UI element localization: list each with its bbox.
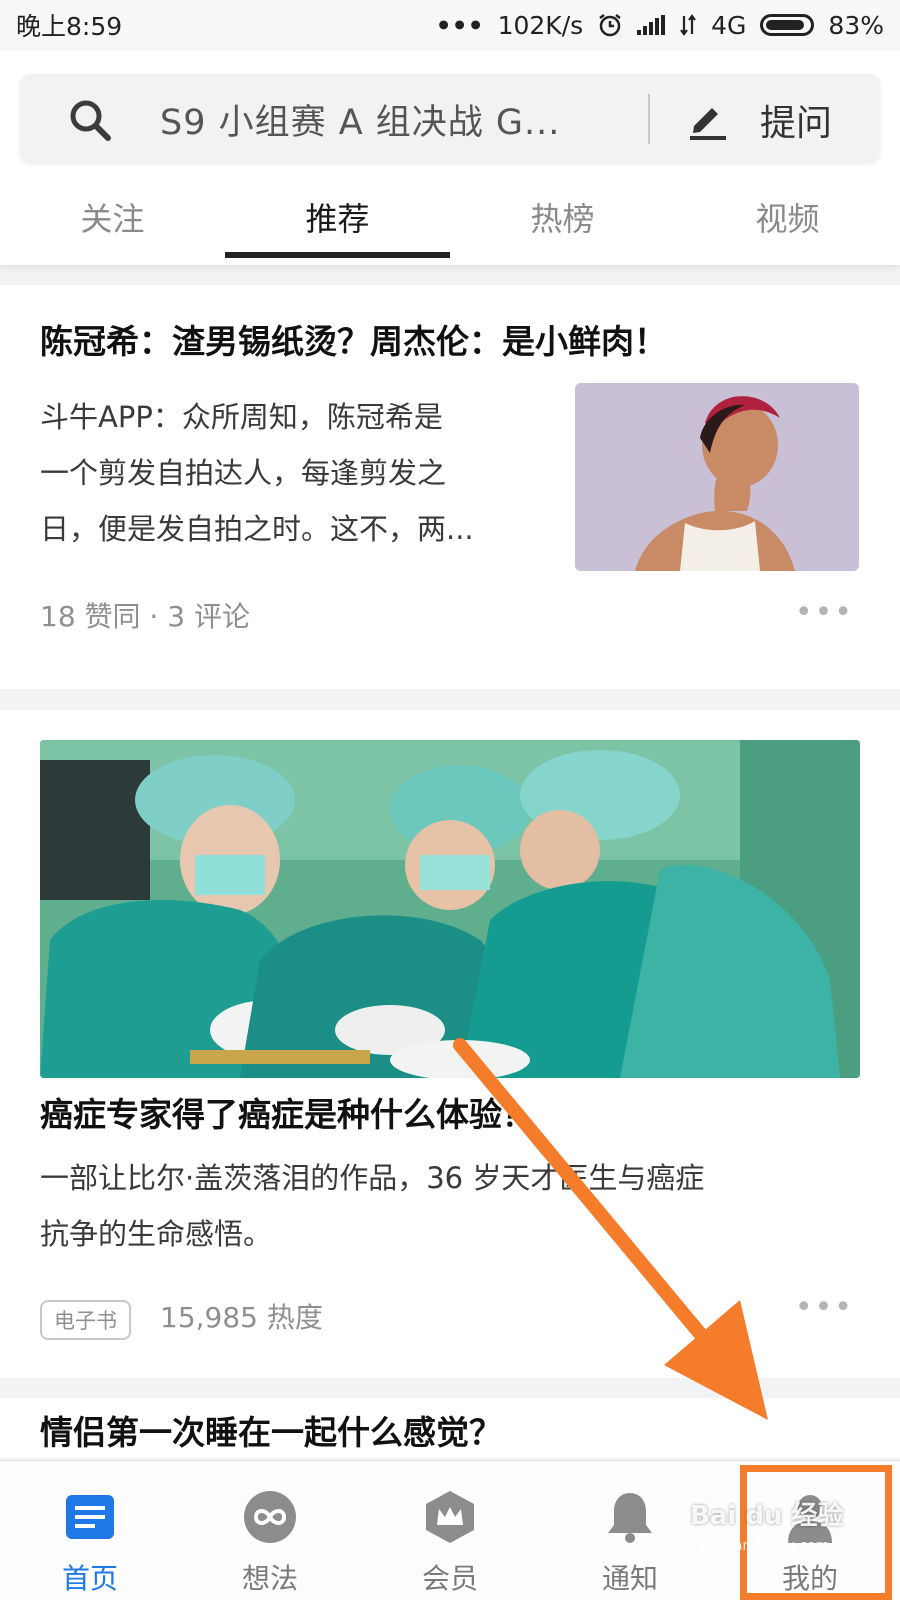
excerpt-line: 日，便是发自拍之时。这不，两... (40, 512, 474, 546)
nav-label: 想法 (241, 1562, 298, 1595)
card-title[interactable]: 陈冠希：渣男锡纸烫？周杰伦：是小鲜肉！ (40, 315, 667, 363)
nav-label: 通知 (601, 1562, 658, 1595)
battery-icon (760, 14, 815, 36)
network-speed: 102K/s (497, 10, 584, 40)
more-options-icon[interactable]: ••• (795, 1290, 854, 1325)
signal-icon (637, 15, 666, 35)
membership-crown-icon (426, 1491, 474, 1543)
nav-thoughts[interactable]: 想法 (180, 1461, 360, 1600)
search-bar[interactable]: S9 小组赛 A 组决战 G... 提问 (20, 74, 880, 162)
app-header: S9 小组赛 A 组决战 G... 提问 关注 推荐 热榜 视频 (0, 50, 900, 265)
feed-card[interactable]: 陈冠希：渣男锡纸烫？周杰伦：是小鲜肉！ 斗牛APP：众所周知，陈冠希是 一个剪发… (0, 285, 900, 689)
baidu-watermark: Bai du 经验 (690, 1501, 844, 1531)
pencil-icon[interactable] (684, 96, 730, 142)
status-indicators: ••• 102K/s 4G 83% (436, 11, 884, 40)
card-excerpt[interactable]: 一部让比尔·盖茨落泪的作品，36 岁天才医生与癌症 抗争的生命感悟。 (40, 1150, 860, 1262)
tab-hot-list[interactable]: 热榜 (450, 184, 675, 264)
tab-follow[interactable]: 关注 (0, 184, 225, 264)
card-thumbnail-image[interactable] (575, 383, 859, 571)
thoughts-infinity-icon (244, 1491, 296, 1543)
alarm-icon (599, 14, 621, 37)
excerpt-line: 一部让比尔·盖茨落泪的作品，36 岁天才医生与癌症 (40, 1161, 705, 1195)
nav-label: 首页 (61, 1562, 118, 1595)
search-divider (648, 94, 650, 144)
card-excerpt[interactable]: 斗牛APP：众所周知，陈冠希是 一个剪发自拍达人，每逢剪发之 日，便是发自拍之时… (40, 389, 550, 557)
status-dots: ••• (435, 10, 484, 40)
search-hint-text[interactable]: S9 小组赛 A 组决战 G... (160, 94, 560, 145)
nav-home[interactable]: 首页 (0, 1461, 180, 1600)
ask-button[interactable]: 提问 (760, 94, 832, 146)
status-bar: 晚上8:59 ••• 102K/s 4G 83% (0, 0, 900, 50)
more-options-icon[interactable]: ••• (795, 595, 854, 630)
feed-card[interactable]: 情侣第一次睡在一起什么感觉？ (0, 1398, 900, 1458)
excerpt-line: 抗争的生命感悟。 (40, 1217, 273, 1251)
ebook-tag-badge: 电子书 (40, 1300, 131, 1340)
feed-tabs: 关注 推荐 热榜 视频 (0, 184, 900, 264)
network-type: 4G (711, 10, 747, 40)
card-title[interactable]: 癌症专家得了癌症是种什么体验？ (40, 1088, 535, 1136)
card-meta: 15,985 热度 (160, 1301, 323, 1334)
card-title[interactable]: 情侣第一次睡在一起什么感觉？ (40, 1406, 502, 1454)
data-transfer-icon (680, 14, 697, 36)
highlight-box (740, 1465, 892, 1600)
tab-recommend[interactable]: 推荐 (225, 184, 450, 264)
search-icon (70, 100, 111, 141)
home-doc-icon (66, 1495, 114, 1539)
excerpt-line: 斗牛APP：众所周知，陈冠希是 (40, 400, 443, 434)
nav-label: 会员 (421, 1562, 478, 1595)
excerpt-line: 一个剪发自拍达人，每逢剪发之 (40, 456, 447, 490)
status-time: 晚上8:59 (16, 12, 123, 41)
feed-card[interactable]: 癌症专家得了癌症是种什么体验？ 一部让比尔·盖茨落泪的作品，36 岁天才医生与癌… (0, 710, 900, 1378)
card-banner-image[interactable] (40, 740, 860, 1078)
bell-icon (608, 1493, 652, 1543)
tab-video[interactable]: 视频 (675, 184, 900, 264)
nav-membership[interactable]: 会员 (360, 1461, 540, 1600)
baidu-watermark-url: jingyan.baidu.com (700, 1538, 830, 1554)
battery-percent: 83% (828, 10, 884, 40)
card-meta: 18 赞同 · 3 评论 (40, 600, 250, 633)
